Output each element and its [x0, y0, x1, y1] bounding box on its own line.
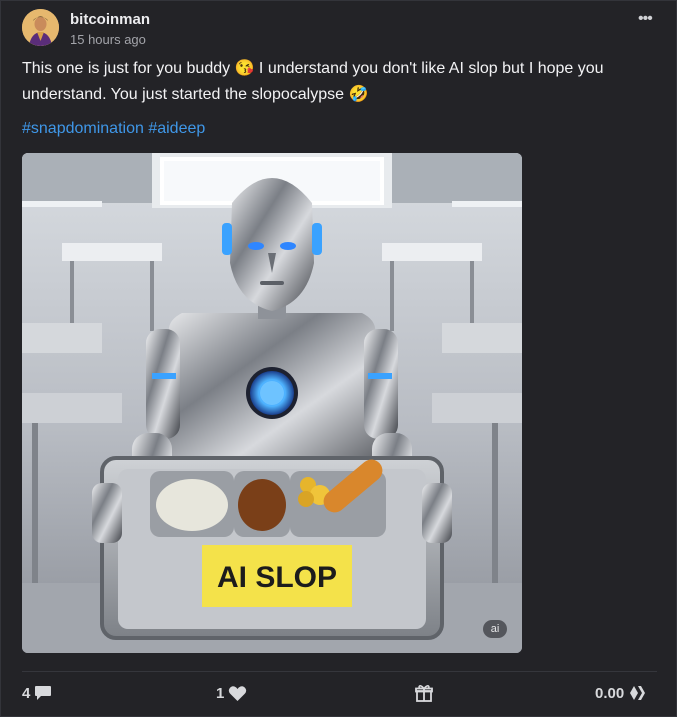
payout-value: 0.00	[595, 684, 625, 702]
tray-sign-text: AI SLOP	[217, 561, 337, 594]
comment-count: 4	[22, 684, 31, 702]
footer-divider	[22, 671, 657, 672]
like-count: 1	[216, 684, 225, 702]
hashtag-snapdomination[interactable]: #snapdomination	[22, 120, 144, 137]
comment-icon	[34, 685, 52, 701]
hashtags: #snapdomination #aideep	[22, 119, 205, 139]
hashtag-aideep[interactable]: #aideep	[148, 120, 205, 137]
tip-button[interactable]	[415, 682, 433, 704]
avatar[interactable]	[22, 9, 59, 46]
gift-icon	[415, 684, 433, 702]
post-card: bitcoinman 15 hours ago ••• This one is …	[0, 0, 677, 717]
post-text: This one is just for you buddy 😘 I under…	[22, 60, 604, 103]
author-name[interactable]: bitcoinman	[70, 11, 150, 28]
hive-icon	[628, 685, 648, 701]
robot-tray-illustration: AI SLOP	[22, 153, 522, 653]
comments-button[interactable]: 4	[22, 682, 52, 704]
more-options-icon[interactable]: •••	[638, 10, 653, 28]
ai-badge: ai	[483, 620, 507, 638]
post-timestamp: 15 hours ago	[70, 32, 146, 47]
heart-icon	[228, 685, 247, 702]
post-image[interactable]: AI SLOP	[22, 153, 522, 653]
payout-button[interactable]: 0.00	[595, 682, 648, 704]
like-button[interactable]: 1	[216, 682, 247, 704]
